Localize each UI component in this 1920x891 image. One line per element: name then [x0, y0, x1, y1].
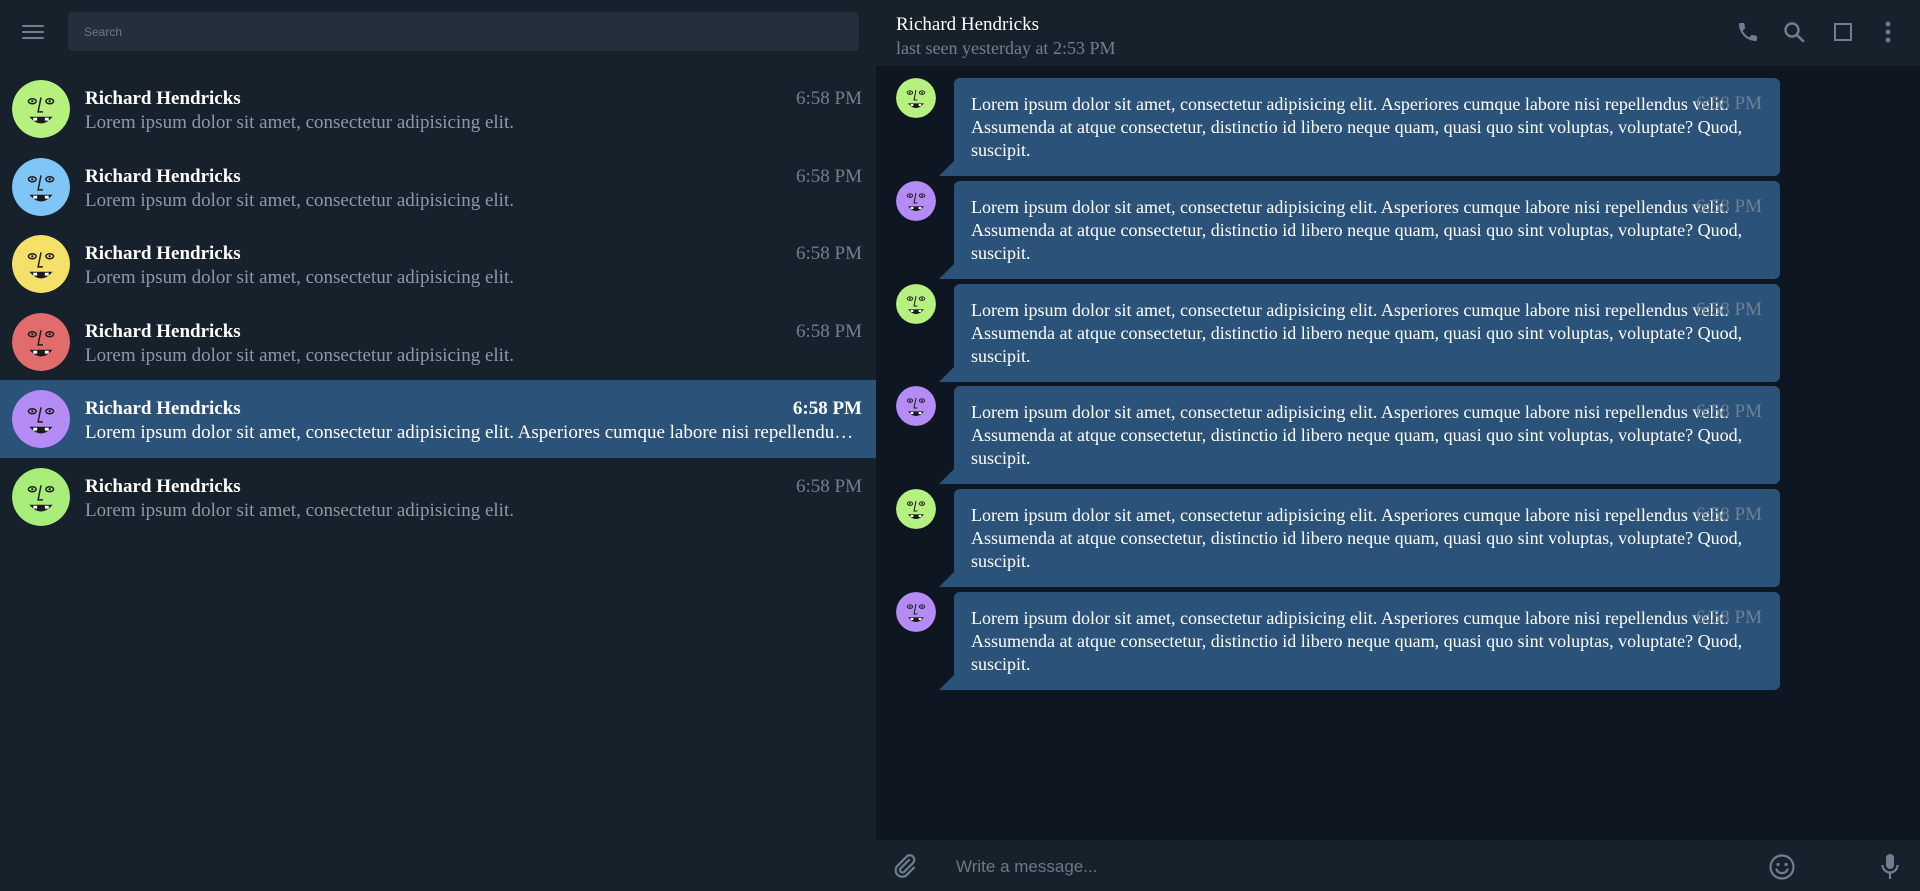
message-input[interactable]	[954, 853, 1658, 881]
message-time: 6:58 PM	[1696, 607, 1762, 628]
search-icon[interactable]	[1782, 20, 1806, 44]
message-text: Lorem ipsum dolor sit amet, consectetur …	[971, 300, 1743, 366]
chat-list-item[interactable]: Richard Hendricks 6:58 PM Lorem ipsum do…	[0, 148, 876, 226]
message-list: Lorem ipsum dolor sit amet, consectetur …	[876, 66, 1920, 840]
search-input[interactable]	[68, 12, 859, 51]
phone-icon[interactable]	[1736, 20, 1760, 44]
message-time: 6:58 PM	[1696, 504, 1762, 525]
chat-list-item[interactable]: Richard Hendricks 6:58 PM Lorem ipsum do…	[0, 70, 876, 148]
chat-list: Richard Hendricks 6:58 PM Lorem ipsum do…	[0, 70, 876, 535]
sidebar-header	[0, 0, 876, 63]
chat-name: Richard Hendricks	[85, 398, 241, 419]
bubble-tail	[939, 675, 954, 690]
avatar	[896, 284, 936, 324]
chat-time: 6:58 PM	[796, 88, 862, 109]
chat-time: 6:58 PM	[796, 165, 862, 187]
paperclip-icon[interactable]	[892, 853, 918, 879]
message-bubble[interactable]: Lorem ipsum dolor sit amet, consectetur …	[939, 489, 1780, 587]
conversation-header: Richard Hendricks last seen yesterday at…	[876, 0, 1920, 66]
avatar	[896, 592, 936, 632]
avatar	[896, 181, 936, 221]
message-row: Lorem ipsum dolor sit amet, consectetur …	[876, 477, 1920, 587]
chat-app: Richard Hendricks 6:58 PM Lorem ipsum do…	[0, 0, 1920, 891]
message-text: Lorem ipsum dolor sit amet, consectetur …	[971, 608, 1743, 674]
message-text: Lorem ipsum dolor sit amet, consectetur …	[971, 94, 1743, 160]
avatar	[12, 312, 70, 371]
emoji-icon[interactable]	[1768, 853, 1796, 881]
message-row: Lorem ipsum dolor sit amet, consectetur …	[876, 66, 1920, 176]
chat-list-item[interactable]: Richard Hendricks 6:58 PM Lorem ipsum do…	[0, 225, 876, 303]
avatar	[12, 390, 70, 448]
chat-list-item[interactable]: Richard Hendricks 6:58 PM Lorem ipsum do…	[0, 303, 876, 381]
avatar	[12, 157, 70, 216]
sidebar: Richard Hendricks 6:58 PM Lorem ipsum do…	[0, 0, 876, 891]
avatar	[12, 235, 70, 293]
conversation-status: last seen yesterday at 2:53 PM	[896, 38, 1116, 58]
chat-preview: Lorem ipsum dolor sit amet, consectetur …	[85, 112, 514, 133]
conversation-panel: Richard Hendricks last seen yesterday at…	[876, 0, 1920, 891]
chat-list-item-active[interactable]: Richard Hendricks 6:58 PM Lorem ipsum do…	[0, 380, 876, 458]
message-bubble[interactable]: Lorem ipsum dolor sit amet, consectetur …	[939, 592, 1780, 690]
chat-time: 6:58 PM	[796, 243, 862, 264]
square-icon[interactable]	[1831, 20, 1855, 44]
chat-preview: Lorem ipsum dolor sit amet, consectetur …	[85, 189, 514, 211]
message-bubble[interactable]: Lorem ipsum dolor sit amet, consectetur …	[939, 78, 1780, 176]
message-bubble[interactable]: Lorem ipsum dolor sit amet, consectetur …	[939, 181, 1780, 279]
chat-name: Richard Hendricks	[85, 88, 241, 109]
message-text: Lorem ipsum dolor sit amet, consectetur …	[971, 505, 1743, 571]
message-row: Lorem ipsum dolor sit amet, consectetur …	[876, 374, 1920, 484]
chat-preview: Lorem ipsum dolor sit amet, consectetur …	[85, 267, 514, 288]
message-row: Lorem ipsum dolor sit amet, consectetur …	[876, 580, 1920, 690]
chat-preview: Lorem ipsum dolor sit amet, consectetur …	[85, 422, 857, 443]
message-time: 6:58 PM	[1696, 93, 1762, 114]
avatar	[896, 78, 936, 118]
message-time: 6:58 PM	[1696, 196, 1762, 217]
chat-preview: Lorem ipsum dolor sit amet, consectetur …	[85, 499, 514, 521]
message-text: Lorem ipsum dolor sit amet, consectetur …	[971, 197, 1743, 263]
avatar	[12, 80, 70, 138]
chat-time: 6:58 PM	[796, 320, 862, 342]
avatar	[12, 467, 70, 526]
more-vertical-icon[interactable]	[1876, 20, 1900, 44]
chat-list-item[interactable]: Richard Hendricks 6:58 PM Lorem ipsum do…	[0, 458, 876, 536]
chat-name: Richard Hendricks	[85, 165, 241, 187]
message-bubble[interactable]: Lorem ipsum dolor sit amet, consectetur …	[939, 284, 1780, 382]
message-bubble[interactable]: Lorem ipsum dolor sit amet, consectetur …	[939, 386, 1780, 484]
message-row: Lorem ipsum dolor sit amet, consectetur …	[876, 169, 1920, 279]
avatar	[896, 386, 936, 426]
chat-name: Richard Hendricks	[85, 320, 241, 342]
message-time: 6:58 PM	[1696, 299, 1762, 320]
message-time: 6:58 PM	[1696, 401, 1762, 422]
avatar	[896, 489, 936, 529]
chat-name: Richard Hendricks	[85, 243, 241, 264]
conversation-title[interactable]: Richard Hendricks	[896, 14, 1039, 36]
message-row: Lorem ipsum dolor sit amet, consectetur …	[876, 272, 1920, 382]
message-text: Lorem ipsum dolor sit amet, consectetur …	[971, 402, 1743, 468]
chat-time: 6:58 PM	[792, 398, 862, 419]
chat-preview: Lorem ipsum dolor sit amet, consectetur …	[85, 344, 514, 366]
chat-name: Richard Hendricks	[85, 475, 241, 497]
menu-icon[interactable]	[18, 19, 48, 45]
message-composer	[876, 840, 1920, 891]
microphone-icon[interactable]	[1880, 852, 1900, 882]
chat-time: 6:58 PM	[796, 475, 862, 497]
